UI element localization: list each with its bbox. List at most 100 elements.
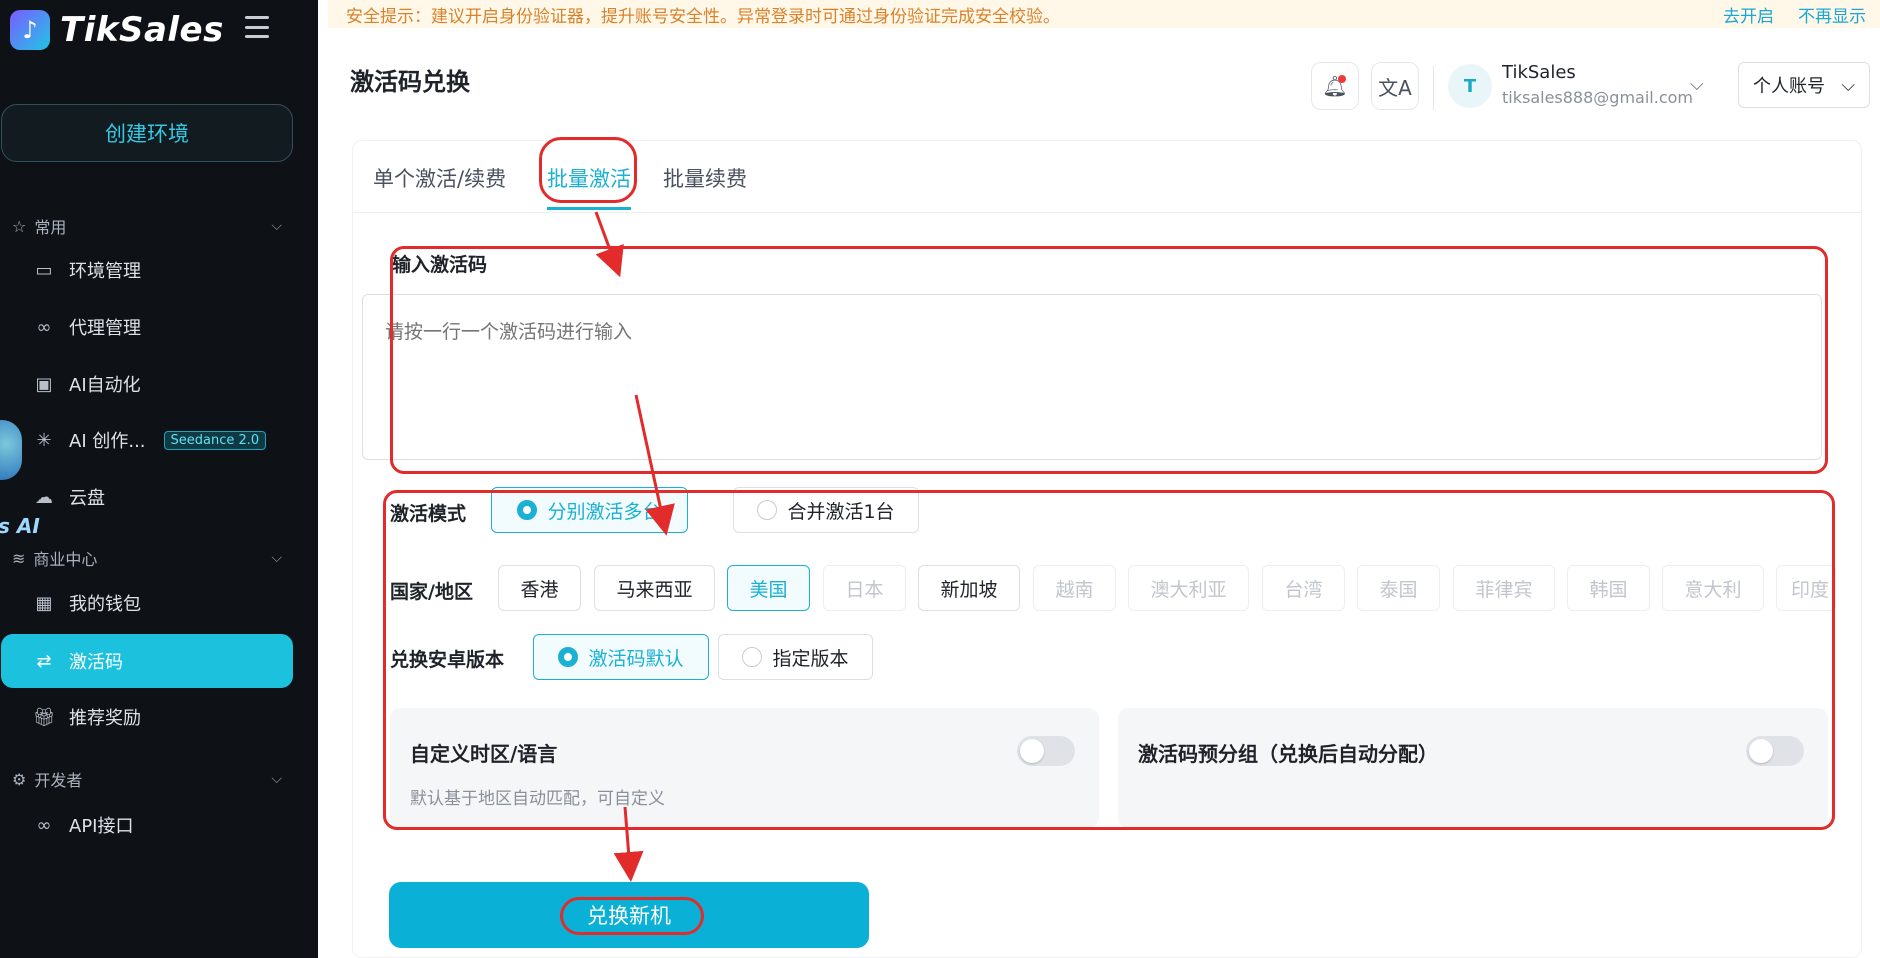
activation-codes-input[interactable] bbox=[362, 294, 1822, 460]
region-option[interactable]: 印度 bbox=[1776, 565, 1836, 611]
app-logo-text: TikSales bbox=[60, 10, 224, 50]
user-name: TikSales bbox=[1502, 62, 1576, 83]
sidebar-item-label: 代理管理 bbox=[69, 318, 141, 339]
cloud-icon: ☁ bbox=[35, 486, 53, 508]
sidebar-item-cloud[interactable]: ☁ 云盘 bbox=[1, 470, 293, 524]
account-type-value: 个人账号 bbox=[1753, 76, 1825, 97]
custom-timezone-toggle[interactable] bbox=[1017, 736, 1075, 766]
sidebar-item-referral[interactable]: 🎁︎ 推荐奖励 bbox=[1, 690, 293, 744]
tab-single-activation[interactable]: 单个激活/续费 bbox=[373, 163, 506, 193]
region-label: 国家/地区 bbox=[390, 581, 473, 603]
wallet-icon: ▦ bbox=[35, 592, 53, 614]
region-option[interactable]: 越南 bbox=[1033, 565, 1116, 611]
create-environment-button[interactable]: 创建环境 bbox=[1, 104, 293, 162]
app-logo[interactable]: ♪ TikSales bbox=[10, 8, 224, 52]
tab-batch-renewal[interactable]: 批量续费 bbox=[663, 163, 747, 193]
region-option[interactable]: 台湾 bbox=[1262, 565, 1345, 611]
robot-mascot-text: s AI bbox=[0, 514, 40, 538]
sidebar-item-proxy[interactable]: ∞ 代理管理 bbox=[1, 300, 293, 354]
radio-unchecked-icon bbox=[757, 500, 778, 520]
android-version-label: 兑换安卓版本 bbox=[390, 649, 505, 671]
account-type-select[interactable]: 个人账号 ⌵ bbox=[1738, 62, 1870, 108]
sidebar-item-label: 我的钱包 bbox=[69, 594, 141, 615]
version-option-label: 指定版本 bbox=[772, 647, 849, 670]
exchange-icon: ⇄ bbox=[36, 650, 52, 672]
notification-button[interactable]: 🔔︎ bbox=[1311, 62, 1359, 110]
redeem-new-device-button[interactable]: 兑换新机 bbox=[389, 882, 869, 948]
automation-icon: ▣ bbox=[35, 373, 53, 395]
robot-mascot-icon bbox=[0, 420, 22, 480]
page-title: 激活码兑换 bbox=[350, 68, 470, 96]
api-icon: ∞ bbox=[36, 814, 52, 836]
section-label: 开发者 bbox=[34, 771, 83, 790]
sidebar-item-ai-creation[interactable]: ✳ AI 创作... Seedance 2.0 bbox=[1, 413, 293, 467]
link-icon: ∞ bbox=[36, 316, 52, 338]
monitor-icon: ▭ bbox=[35, 259, 53, 281]
radio-checked-icon bbox=[558, 647, 579, 667]
sidebar-item-label: API接口 bbox=[69, 816, 134, 837]
sidebar-item-api[interactable]: ∞ API接口 bbox=[1, 798, 293, 852]
region-option[interactable]: 意大利 bbox=[1662, 565, 1764, 611]
version-option-specific[interactable]: 指定版本 bbox=[718, 634, 873, 680]
region-option[interactable]: 马来西亚 bbox=[594, 565, 715, 611]
mode-option-separate[interactable]: 分别激活多台 bbox=[491, 487, 688, 533]
dismiss-notice-link[interactable]: 不再显示 bbox=[1798, 2, 1866, 27]
database-icon: ≋ bbox=[12, 548, 26, 568]
custom-timezone-panel: 自定义时区/语言 默认基于地区自动匹配，可自定义 bbox=[390, 708, 1099, 828]
active-tab-indicator bbox=[547, 207, 631, 210]
section-common[interactable]: ☆ 常用 ⌵ bbox=[12, 214, 282, 238]
region-option[interactable]: 韩国 bbox=[1567, 565, 1650, 611]
sidebar: ♪ TikSales 创建环境 ☆ 常用 ⌵ ▭ 环境管理 ∞ 代理管理 ▣ A… bbox=[0, 0, 318, 958]
sidebar-item-ai-automation[interactable]: ▣ AI自动化 bbox=[1, 357, 293, 411]
mode-option-label: 分别激活多台 bbox=[547, 500, 662, 523]
region-option[interactable]: 澳大利亚 bbox=[1128, 565, 1249, 611]
sidebar-item-label: 环境管理 bbox=[69, 261, 141, 282]
avatar[interactable]: T bbox=[1448, 64, 1492, 108]
chevron-down-icon: ⌵ bbox=[271, 771, 282, 787]
translate-button[interactable]: 文A bbox=[1371, 62, 1419, 110]
radio-unchecked-icon bbox=[742, 647, 763, 667]
custom-timezone-desc: 默认基于地区自动匹配，可自定义 bbox=[410, 789, 665, 809]
region-option[interactable]: 泰国 bbox=[1357, 565, 1440, 611]
section-label: 常用 bbox=[34, 218, 67, 237]
mode-option-merged[interactable]: 合并激活1台 bbox=[733, 487, 919, 533]
region-option[interactable]: 日本 bbox=[823, 565, 906, 611]
gift-icon: 🎁︎ bbox=[32, 706, 56, 728]
chevron-down-icon: ⌵ bbox=[1841, 74, 1855, 96]
chevron-down-icon: ⌵ bbox=[271, 550, 282, 566]
sidebar-item-label: AI自动化 bbox=[69, 375, 141, 396]
user-menu-chevron-icon[interactable]: ⌵ bbox=[1690, 74, 1704, 95]
custom-timezone-title: 自定义时区/语言 bbox=[410, 742, 558, 766]
section-label: 商业中心 bbox=[33, 550, 98, 569]
star-icon: ☆ bbox=[12, 216, 27, 236]
sidebar-item-activation-code[interactable]: ⇄ 激活码 bbox=[1, 634, 293, 688]
region-option[interactable]: 新加坡 bbox=[918, 565, 1020, 611]
sidebar-item-label: AI 创作... bbox=[69, 431, 146, 452]
region-option[interactable]: 香港 bbox=[498, 565, 581, 611]
pregroup-title: 激活码预分组（兑换后自动分配） bbox=[1138, 742, 1438, 766]
version-option-label: 激活码默认 bbox=[588, 647, 684, 670]
section-developer[interactable]: ⚙ 开发者 ⌵ bbox=[12, 767, 282, 791]
mode-option-label: 合并激活1台 bbox=[787, 500, 895, 523]
chip-icon: ⚙ bbox=[12, 769, 27, 789]
tiktok-logo-icon: ♪ bbox=[10, 10, 50, 50]
user-email: tiksales888@gmail.com bbox=[1502, 88, 1693, 107]
region-option-selected[interactable]: 美国 bbox=[727, 565, 810, 611]
section-business[interactable]: ≋ 商业中心 ⌵ bbox=[12, 546, 282, 570]
chevron-down-icon: ⌵ bbox=[271, 218, 282, 234]
sidebar-item-label: 云盘 bbox=[69, 488, 105, 509]
header-divider bbox=[1433, 66, 1434, 110]
sidebar-item-environment[interactable]: ▭ 环境管理 bbox=[1, 243, 293, 297]
enable-2fa-link[interactable]: 去开启 bbox=[1723, 2, 1774, 27]
region-option[interactable]: 菲律宾 bbox=[1453, 565, 1555, 611]
version-option-default[interactable]: 激活码默认 bbox=[533, 634, 709, 680]
notification-dot bbox=[1338, 75, 1346, 83]
pregroup-panel: 激活码预分组（兑换后自动分配） bbox=[1118, 708, 1828, 828]
sidebar-item-wallet[interactable]: ▦ 我的钱包 bbox=[1, 576, 293, 630]
security-notice: 安全提示：建议开启身份验证器，提升账号安全性。异常登录时可通过身份验证完成安全校… bbox=[328, 0, 1880, 28]
pregroup-toggle[interactable] bbox=[1746, 736, 1804, 766]
sidebar-item-label: 激活码 bbox=[69, 652, 123, 673]
notice-text: 安全提示：建议开启身份验证器，提升账号安全性。异常登录时可通过身份验证完成安全校… bbox=[346, 6, 1060, 27]
menu-toggle-icon[interactable] bbox=[245, 16, 269, 38]
tab-batch-activation[interactable]: 批量激活 bbox=[547, 163, 631, 193]
